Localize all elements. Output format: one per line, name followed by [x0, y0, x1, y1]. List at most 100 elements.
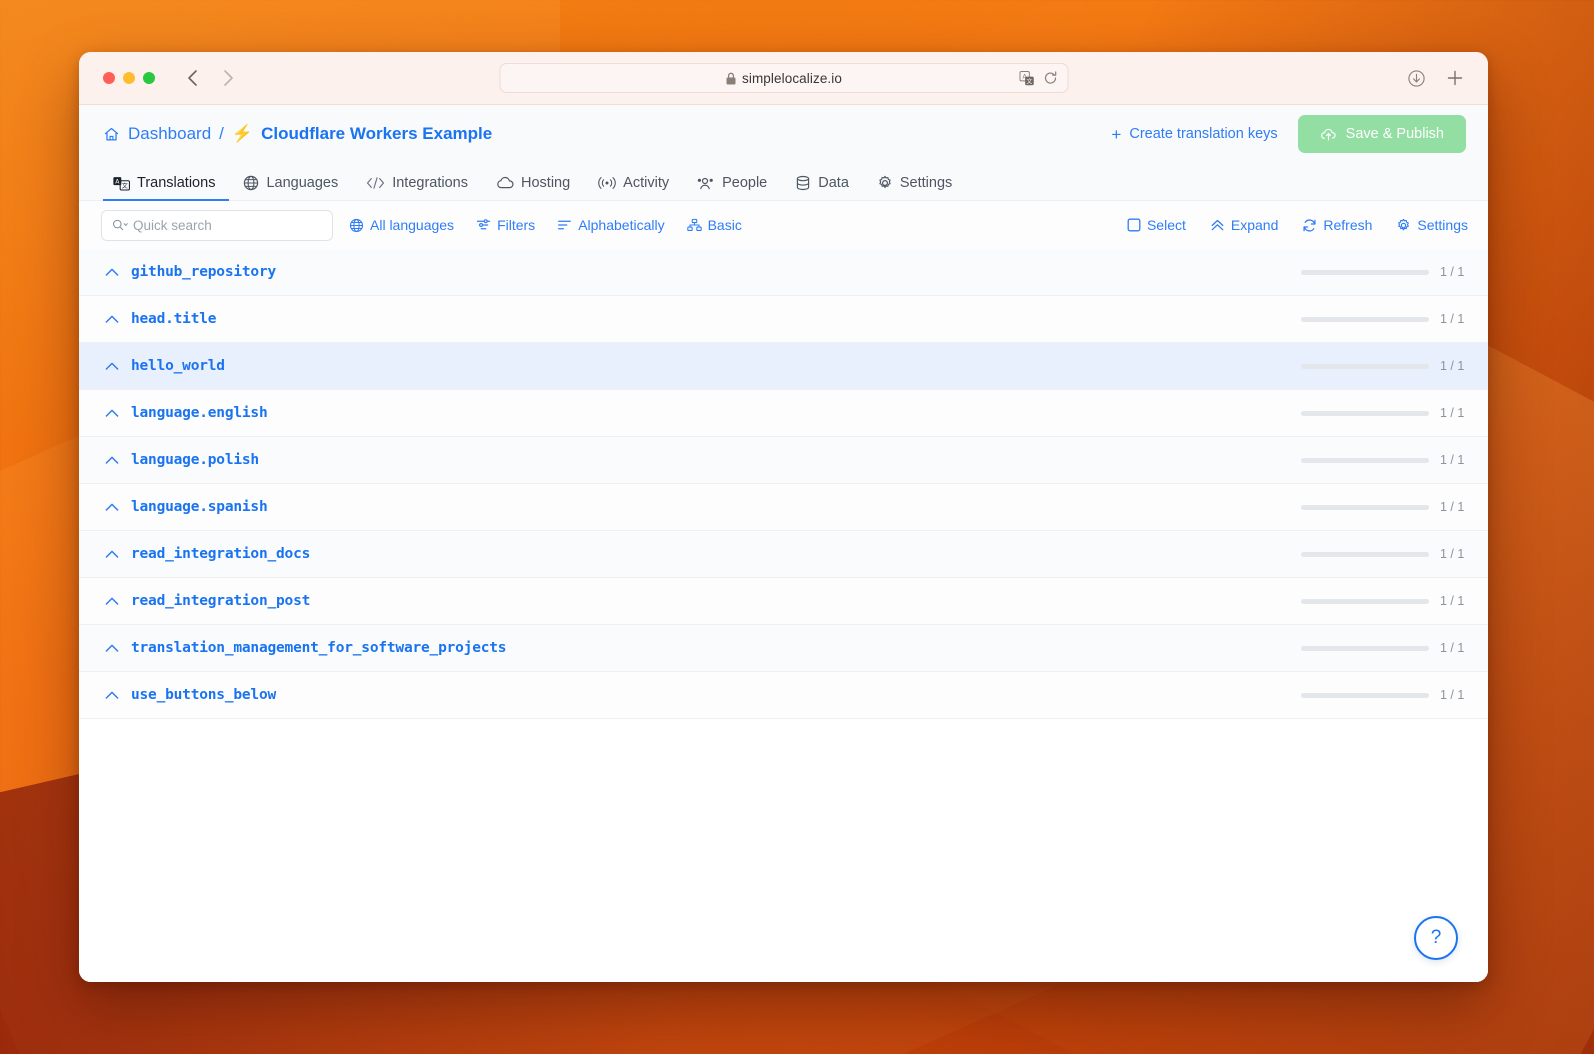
browser-window: simplelocalize.io A文 Dashboard / ⚡ Cloud… [79, 52, 1488, 982]
chevron-up-icon[interactable] [101, 267, 123, 277]
tab-translations[interactable]: A文 Translations [103, 175, 230, 201]
filters-button[interactable]: Filters [476, 217, 535, 233]
chevron-up-icon[interactable] [101, 643, 123, 653]
address-bar-url: simplelocalize.io [742, 70, 842, 86]
list-toolbar-left-links: All languages Filters Alphabetically Bas… [349, 217, 742, 233]
downloads-icon[interactable] [1407, 69, 1426, 88]
address-bar[interactable]: simplelocalize.io A文 [499, 63, 1068, 93]
select-button[interactable]: Select [1127, 217, 1186, 233]
window-traffic-lights [103, 72, 155, 84]
chevron-up-icon[interactable] [101, 549, 123, 559]
back-arrow-icon[interactable] [179, 65, 205, 91]
help-button[interactable]: ? [1414, 916, 1458, 960]
progress-bar [1301, 457, 1429, 463]
tab-activity[interactable]: Activity [584, 175, 683, 200]
all-languages-button[interactable]: All languages [349, 217, 454, 233]
empty-area: ? [79, 850, 1488, 982]
translation-key-label[interactable]: github_repository [131, 264, 276, 280]
table-row[interactable]: read_integration_post 1 / 1 [79, 578, 1488, 625]
maximize-window-button[interactable] [143, 72, 155, 84]
table-row[interactable]: hello_world 1 / 1 [79, 343, 1488, 390]
plus-icon: + [1111, 124, 1122, 144]
chevron-up-icon[interactable] [101, 502, 123, 512]
tab-settings[interactable]: Settings [863, 175, 966, 200]
tab-people-label: People [722, 175, 768, 191]
breadcrumb-separator: / [219, 124, 224, 143]
cloud-upload-icon [1320, 126, 1337, 143]
question-mark-icon: ? [1430, 927, 1442, 948]
table-row[interactable]: read_integration_docs 1 / 1 [79, 531, 1488, 578]
minimize-window-button[interactable] [123, 72, 135, 84]
tab-hosting[interactable]: Hosting [482, 175, 584, 200]
address-bar-actions: A文 [1019, 70, 1057, 86]
row-progress: 1 / 1 [1301, 359, 1470, 373]
breadcrumb-project-name[interactable]: Cloudflare Workers Example [261, 124, 492, 144]
search-icon [112, 218, 129, 232]
row-progress: 1 / 1 [1301, 688, 1470, 702]
tab-data[interactable]: Data [781, 175, 863, 200]
tab-hosting-label: Hosting [521, 175, 571, 191]
chevron-up-icon[interactable] [101, 361, 123, 371]
close-window-button[interactable] [103, 72, 115, 84]
filter-icon [476, 218, 491, 232]
expand-button[interactable]: Expand [1210, 217, 1278, 233]
tab-people[interactable]: People [683, 175, 781, 200]
view-mode-basic-button[interactable]: Basic [686, 217, 742, 233]
table-row[interactable]: github_repository 1 / 1 [79, 249, 1488, 296]
tab-settings-label: Settings [899, 175, 953, 191]
tab-languages-label: Languages [266, 175, 339, 191]
breadcrumb-dashboard-link[interactable]: Dashboard [128, 124, 211, 144]
globe-icon [349, 218, 364, 233]
translation-key-label[interactable]: head.title [131, 311, 217, 327]
table-row[interactable]: language.english 1 / 1 [79, 390, 1488, 437]
globe-icon [243, 175, 259, 191]
row-progress: 1 / 1 [1301, 453, 1470, 467]
chevron-up-icon[interactable] [101, 596, 123, 606]
refresh-button[interactable]: Refresh [1302, 217, 1372, 233]
search-input[interactable] [133, 217, 322, 233]
table-row[interactable]: use_buttons_below 1 / 1 [79, 672, 1488, 719]
reload-icon[interactable] [1043, 71, 1057, 85]
translation-key-label[interactable]: hello_world [131, 358, 225, 374]
chevron-up-icon[interactable] [101, 455, 123, 465]
select-label: Select [1146, 217, 1186, 233]
broadcast-icon [598, 176, 616, 190]
progress-count: 1 / 1 [1440, 688, 1465, 702]
tab-integrations[interactable]: Integrations [352, 175, 482, 200]
translation-key-label[interactable]: translation_management_for_software_proj… [131, 640, 507, 656]
progress-bar [1301, 504, 1429, 510]
chevron-up-icon[interactable] [101, 314, 123, 324]
code-icon [366, 176, 385, 190]
table-row[interactable]: language.spanish 1 / 1 [79, 484, 1488, 531]
search-field[interactable] [101, 209, 333, 241]
create-translation-keys-button[interactable]: + Create translation keys [1111, 126, 1277, 143]
plus-icon[interactable] [1446, 69, 1464, 87]
translation-key-label[interactable]: language.english [131, 405, 268, 421]
translation-key-label[interactable]: read_integration_post [131, 593, 310, 609]
table-row[interactable]: head.title 1 / 1 [79, 296, 1488, 343]
list-settings-label: Settings [1417, 217, 1468, 233]
save-and-publish-button[interactable]: Save & Publish [1297, 115, 1466, 153]
home-icon[interactable] [103, 126, 120, 143]
chevron-up-icon[interactable] [101, 690, 123, 700]
forward-arrow-icon[interactable] [215, 65, 241, 91]
table-row[interactable]: translation_management_for_software_proj… [79, 625, 1488, 672]
translate-page-icon[interactable]: A文 [1019, 70, 1034, 86]
list-settings-button[interactable]: Settings [1396, 217, 1468, 233]
chevron-up-icon[interactable] [101, 408, 123, 418]
translation-key-label[interactable]: use_buttons_below [131, 687, 276, 703]
app-content: Dashboard / ⚡ Cloudflare Workers Example… [79, 105, 1488, 982]
lightning-bolt-icon: ⚡ [231, 124, 254, 143]
progress-count: 1 / 1 [1440, 500, 1465, 514]
translation-key-label[interactable]: language.spanish [131, 499, 268, 515]
translation-key-label[interactable]: read_integration_docs [131, 546, 310, 562]
gear-icon [1396, 218, 1411, 233]
browser-navigation-buttons [179, 65, 241, 91]
expand-label: Expand [1230, 217, 1279, 233]
table-row[interactable]: language.polish 1 / 1 [79, 437, 1488, 484]
progress-count: 1 / 1 [1440, 594, 1465, 608]
translation-key-label[interactable]: language.polish [131, 452, 259, 468]
sort-alphabetically-button[interactable]: Alphabetically [557, 217, 665, 233]
tab-languages[interactable]: Languages [229, 175, 352, 200]
progress-count: 1 / 1 [1440, 453, 1465, 467]
